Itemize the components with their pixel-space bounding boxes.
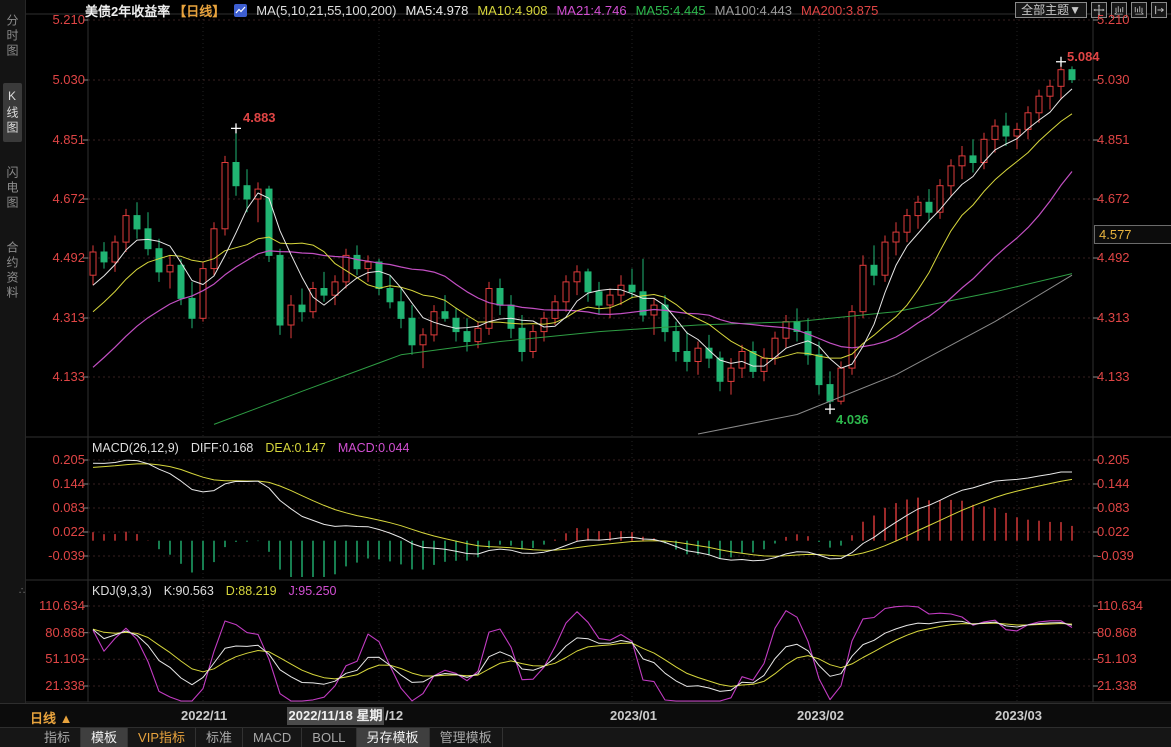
macd-ylabel-right: 0.022 xyxy=(1097,524,1167,539)
kdj-ylabel: 21.338 xyxy=(30,678,85,693)
main-ylabel: 4.313 xyxy=(30,310,85,325)
tab-vip-indicator[interactable]: VIP指标 xyxy=(128,728,196,747)
kdj-ylabel: 80.868 xyxy=(30,625,85,640)
main-ylabel-right: 4.492 xyxy=(1097,250,1167,265)
bottom-low-annotation: 4.036 xyxy=(836,412,869,427)
main-ylabel-right: 4.851 xyxy=(1097,132,1167,147)
ma200-value: MA200:3.875 xyxy=(801,3,878,18)
kdj-k-value: K:90.563 xyxy=(164,584,214,598)
instrument-title: 美债2年收益率 xyxy=(85,1,170,20)
theme-dropdown-button[interactable]: 全部主题▼ xyxy=(1015,2,1087,18)
sidebar-tab-timeshare[interactable]: 分时图 xyxy=(3,8,22,65)
kdj-ylabel: 110.634 xyxy=(30,598,85,613)
toolbar-spacer xyxy=(0,728,34,747)
crosshair-date-box: 2022/11/18 星期五 xyxy=(287,707,384,725)
sidebar-tab-lightning[interactable]: 闪电图 xyxy=(3,160,22,217)
ma100-value: MA100:4.443 xyxy=(715,3,792,18)
macd-ylabel: 0.144 xyxy=(30,476,85,491)
date-axis-row: 日线 ▲ 2022/11 2022/11/18 星期五 /12 2023/01 … xyxy=(0,703,1171,727)
ma5-value: MA5:4.978 xyxy=(405,3,468,18)
sidebar-tab-kline[interactable]: K线图 xyxy=(3,83,22,142)
macd-ylabel-right: 0.083 xyxy=(1097,500,1167,515)
top-peak-annotation: 5.084 xyxy=(1067,49,1100,64)
panel-settings-icon[interactable]: ∴ xyxy=(19,586,25,597)
macd-ylabel-right: -0.039 xyxy=(1097,548,1167,563)
date-label: 2023/03 xyxy=(995,708,1042,723)
indicator-toolbar: 指标 模板 VIP指标 标准 MACD BOLL 另存模板 管理模板 xyxy=(0,727,1171,747)
ma21-value: MA21:4.746 xyxy=(556,3,626,18)
last-price-marker: 4.577 xyxy=(1094,225,1171,244)
kdj-ylabel-right: 80.868 xyxy=(1097,625,1167,640)
date-label: 2023/01 xyxy=(610,708,657,723)
kdj-ylabel-right: 51.103 xyxy=(1097,651,1167,666)
kdj-header: KDJ(9,3,3) K:90.563 D:88.219 J:95.250 xyxy=(92,584,337,598)
chart-type-sidebar: 分时图 K线图 闪电图 合约资料 xyxy=(0,0,26,703)
macd-value: MACD:0.044 xyxy=(338,441,410,455)
swing-high-annotation: 4.883 xyxy=(243,110,276,125)
macd-ylabel-right: 0.205 xyxy=(1097,452,1167,467)
date-label: 2022/11 xyxy=(181,708,227,723)
chart-header: 美债2年收益率 【日线】 MA(5,10,21,55,100,200) MA5:… xyxy=(85,2,878,19)
kdj-ylabel: 51.103 xyxy=(30,651,85,666)
tab-save-template[interactable]: 另存模板 xyxy=(357,728,430,747)
ma55-value: MA55:4.445 xyxy=(636,3,706,18)
macd-diff-value: DIFF:0.168 xyxy=(191,441,254,455)
main-ylabel: 4.133 xyxy=(30,369,85,384)
period-tag: 【日线】 xyxy=(173,1,225,20)
main-ylabel-right: 5.210 xyxy=(1097,12,1167,27)
tab-boll[interactable]: BOLL xyxy=(302,728,356,747)
main-ylabel-right: 4.133 xyxy=(1097,369,1167,384)
macd-ylabel-right: 0.144 xyxy=(1097,476,1167,491)
ma10-value: MA10:4.908 xyxy=(477,3,547,18)
main-ylabel: 4.492 xyxy=(30,250,85,265)
macd-ylabel: 0.083 xyxy=(30,500,85,515)
chart-style-icon[interactable] xyxy=(234,4,247,17)
main-ylabel: 4.851 xyxy=(30,132,85,147)
kdj-ylabel-right: 110.634 xyxy=(1097,598,1167,613)
macd-dea-value: DEA:0.147 xyxy=(265,441,325,455)
period-selector[interactable]: 日线 ▲ xyxy=(30,708,72,727)
macd-ylabel: -0.039 xyxy=(30,548,85,563)
main-ylabel-right: 5.030 xyxy=(1097,72,1167,87)
tab-indicator[interactable]: 指标 xyxy=(34,728,81,747)
macd-header: MACD(26,12,9) DIFF:0.168 DEA:0.147 MACD:… xyxy=(92,441,409,455)
date-label-partial: /12 xyxy=(385,708,403,723)
tab-template[interactable]: 模板 xyxy=(81,728,128,747)
main-ylabel-right: 4.672 xyxy=(1097,191,1167,206)
kdj-ylabel-right: 21.338 xyxy=(1097,678,1167,693)
main-ylabel: 4.672 xyxy=(30,191,85,206)
kdj-j-value: J:95.250 xyxy=(289,584,337,598)
trading-app-window: 分时图 K线图 闪电图 合约资料 美债2年收益率 【日线】 MA(5,10,21… xyxy=(0,0,1171,747)
kdj-caption: KDJ(9,3,3) xyxy=(92,584,152,598)
tab-standard[interactable]: 标准 xyxy=(196,728,243,747)
macd-ylabel: 0.205 xyxy=(30,452,85,467)
main-ylabel: 5.210 xyxy=(30,12,85,27)
tab-manage-template[interactable]: 管理模板 xyxy=(430,728,503,747)
main-ylabel: 5.030 xyxy=(30,72,85,87)
main-ylabel-right: 4.313 xyxy=(1097,310,1167,325)
macd-ylabel: 0.022 xyxy=(30,524,85,539)
sidebar-tab-contract-info[interactable]: 合约资料 xyxy=(3,235,22,307)
date-label: 2023/02 xyxy=(797,708,844,723)
tab-macd[interactable]: MACD xyxy=(243,728,302,747)
ma-caption: MA(5,10,21,55,100,200) xyxy=(256,3,396,18)
kdj-d-value: D:88.219 xyxy=(226,584,277,598)
macd-caption: MACD(26,12,9) xyxy=(92,441,179,455)
